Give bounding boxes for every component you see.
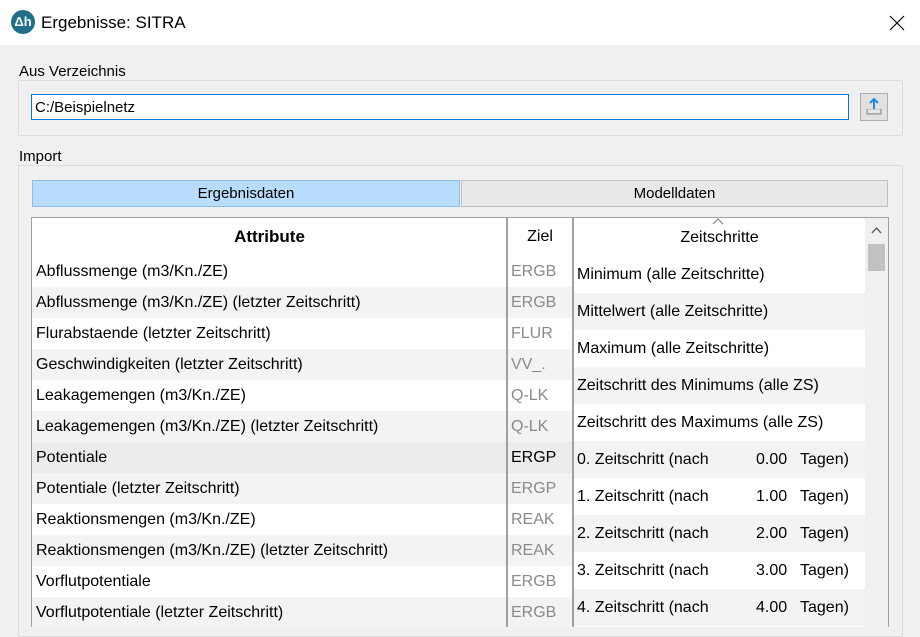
ziel-header[interactable]: Ziel xyxy=(508,218,572,256)
attribute-row[interactable]: Vorflutpotentiale (letzter Zeitschritt) xyxy=(32,597,507,627)
window-title: Ergebnisse: SITRA xyxy=(41,13,186,32)
zeitschritt-unit: Tagen) xyxy=(800,525,849,542)
close-icon xyxy=(889,15,905,30)
zeitschritt-row[interactable]: 1. Zeitschritt (nach 1.00 Tagen) xyxy=(574,478,865,515)
zeitschritt-label: 0. Zeitschritt (nach xyxy=(577,451,709,468)
directory-path-input[interactable]: C:/Beispielnetz xyxy=(31,94,849,120)
ziel-cell[interactable]: REAK xyxy=(508,535,572,566)
attribute-row[interactable]: Potentiale (letzter Zeitschritt) xyxy=(32,473,507,504)
attribute-row[interactable]: Vorflutpotentiale xyxy=(32,566,507,597)
ziel-cell[interactable]: Q-LK xyxy=(508,411,572,442)
attribute-row[interactable]: Abflussmenge (m3/Kn./ZE) xyxy=(32,256,507,287)
ziel-cell[interactable]: ERGB xyxy=(508,256,572,287)
upload-folder-icon xyxy=(866,97,882,115)
attribute-row[interactable]: Flurabstaende (letzter Zeitschritt) xyxy=(32,318,507,349)
attribute-column: Attribute Abflussmenge (m3/Kn./ZE) Abflus… xyxy=(32,218,507,627)
title-bar: Δh Ergebnisse: SITRA xyxy=(0,0,920,45)
ziel-cell[interactable]: FLUR xyxy=(508,318,572,349)
zeitschritt-value: 2.00 xyxy=(756,525,788,542)
results-table: Attribute Abflussmenge (m3/Kn./ZE) Abflus… xyxy=(31,217,889,627)
scroll-up-arrow-icon[interactable] xyxy=(871,226,882,234)
zeitschritt-row[interactable]: 2. Zeitschritt (nach 2.00 Tagen) xyxy=(574,515,865,552)
attribute-row[interactable]: Reaktionsmengen (m3/Kn./ZE) xyxy=(32,504,507,535)
directory-group-label: Aus Verzeichnis xyxy=(17,63,128,80)
ziel-cell[interactable]: VV_. xyxy=(508,349,572,380)
ziel-cell[interactable]: ERGB xyxy=(508,566,572,597)
zeitschritt-row[interactable]: 4. Zeitschritt (nach 4.00 Tagen) xyxy=(574,589,865,626)
zeitschritt-row[interactable]: Zeitschritt des Minimums (alle ZS) xyxy=(574,367,865,404)
zeitschritt-row[interactable]: Minimum (alle Zeitschritte) xyxy=(574,256,865,293)
zeitschritt-unit: Tagen) xyxy=(800,451,849,468)
attribute-row[interactable]: Leakagemengen (m3/Kn./ZE) xyxy=(32,380,507,411)
tab-modelldaten[interactable]: Modelldaten xyxy=(461,180,888,207)
zeitschritt-value: 3.00 xyxy=(756,562,788,579)
browse-directory-button[interactable] xyxy=(860,93,888,121)
close-button[interactable] xyxy=(874,0,920,45)
zeitschritt-row[interactable]: 0. Zeitschritt (nach 0.00 Tagen) xyxy=(574,441,865,478)
zeitschritt-value: 0.00 xyxy=(756,451,788,468)
attribute-row[interactable]: Abflussmenge (m3/Kn./ZE) (letzter Zeitsc… xyxy=(32,287,507,318)
import-group-label: Import xyxy=(17,148,64,165)
attribute-row[interactable]: Reaktionsmengen (m3/Kn./ZE) (letzter Zei… xyxy=(32,535,507,566)
zeitschritt-row[interactable]: Maximum (alle Zeitschritte) xyxy=(574,330,865,367)
zeitschritt-label: 3. Zeitschritt (nach xyxy=(577,562,709,579)
zeitschritte-header[interactable]: Zeitschritte xyxy=(574,218,865,256)
zeitschritt-value: 4.00 xyxy=(756,599,788,616)
zeitschritt-label: 1. Zeitschritt (nach xyxy=(577,488,709,505)
zeitschritt-unit: Tagen) xyxy=(800,562,849,579)
tab-ergebnisdaten[interactable]: Ergebnisdaten xyxy=(32,180,460,207)
ziel-cell[interactable]: REAK xyxy=(508,504,572,535)
app-logo-icon: Δh xyxy=(11,10,35,34)
ziel-cell[interactable]: ERGB xyxy=(508,597,572,627)
zeitschritt-value: 1.00 xyxy=(756,488,788,505)
zeitschritt-row[interactable]: Zeitschritt des Maximums (alle ZS) xyxy=(574,404,865,441)
ziel-cell[interactable]: ERGB xyxy=(508,287,572,318)
zeitschritt-label: 2. Zeitschritt (nach xyxy=(577,525,709,542)
ziel-cell[interactable]: ERGP xyxy=(508,473,572,504)
scrollbar-thumb[interactable] xyxy=(868,244,885,271)
zeitschritt-unit: Tagen) xyxy=(800,599,849,616)
attribute-row[interactable]: Leakagemengen (m3/Kn./ZE) (letzter Zeits… xyxy=(32,411,507,442)
zeitschritte-column: Zeitschritte Minimum (alle Zeitschritte)… xyxy=(574,218,865,626)
zeitschritte-header-label: Zeitschritte xyxy=(680,229,759,246)
ziel-cell[interactable]: Q-LK xyxy=(508,380,572,411)
zeitschritt-unit: Tagen) xyxy=(800,488,849,505)
ziel-column: Ziel ERGB ERGB FLUR VV_. Q-LK Q-LK ERGP ERGP REA… xyxy=(508,218,572,627)
attribute-header[interactable]: Attribute xyxy=(32,218,507,256)
zeitschritt-label: 4. Zeitschritt (nach xyxy=(577,599,709,616)
vertical-scrollbar[interactable] xyxy=(865,218,888,627)
sort-ascending-icon xyxy=(712,218,724,225)
ziel-cell[interactable]: ERGP xyxy=(508,442,572,473)
zeitschritt-row[interactable]: Mittelwert (alle Zeitschritte) xyxy=(574,293,865,330)
attribute-row[interactable]: Geschwindigkeiten (letzter Zeitschritt) xyxy=(32,349,507,380)
attribute-row[interactable]: Potentiale xyxy=(32,442,507,473)
zeitschritt-row[interactable]: 3. Zeitschritt (nach 3.00 Tagen) xyxy=(574,552,865,589)
